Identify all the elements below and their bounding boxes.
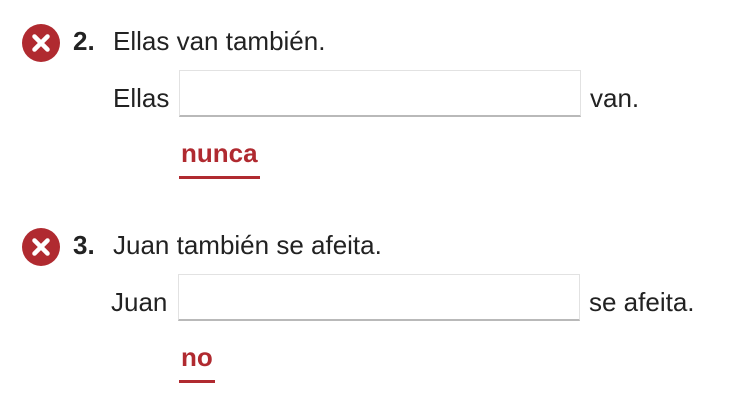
sentence-start: Juan [111,287,168,317]
incorrect-x-icon [22,24,60,62]
question-prompt: Ellas van también. [113,26,326,56]
question-prompt: Juan también se afeita. [113,230,382,260]
correct-answer: no [179,340,215,383]
question-number: 3. [73,230,95,260]
correct-answer: nunca [179,136,260,179]
sentence-start: Ellas [113,83,170,113]
answer-input[interactable] [179,70,581,117]
sentence-end: van. [590,83,640,113]
incorrect-x-icon [22,228,60,266]
question-number: 2. [73,26,95,56]
answer-input[interactable] [178,274,580,321]
sentence-end: se afeita. [589,287,695,317]
